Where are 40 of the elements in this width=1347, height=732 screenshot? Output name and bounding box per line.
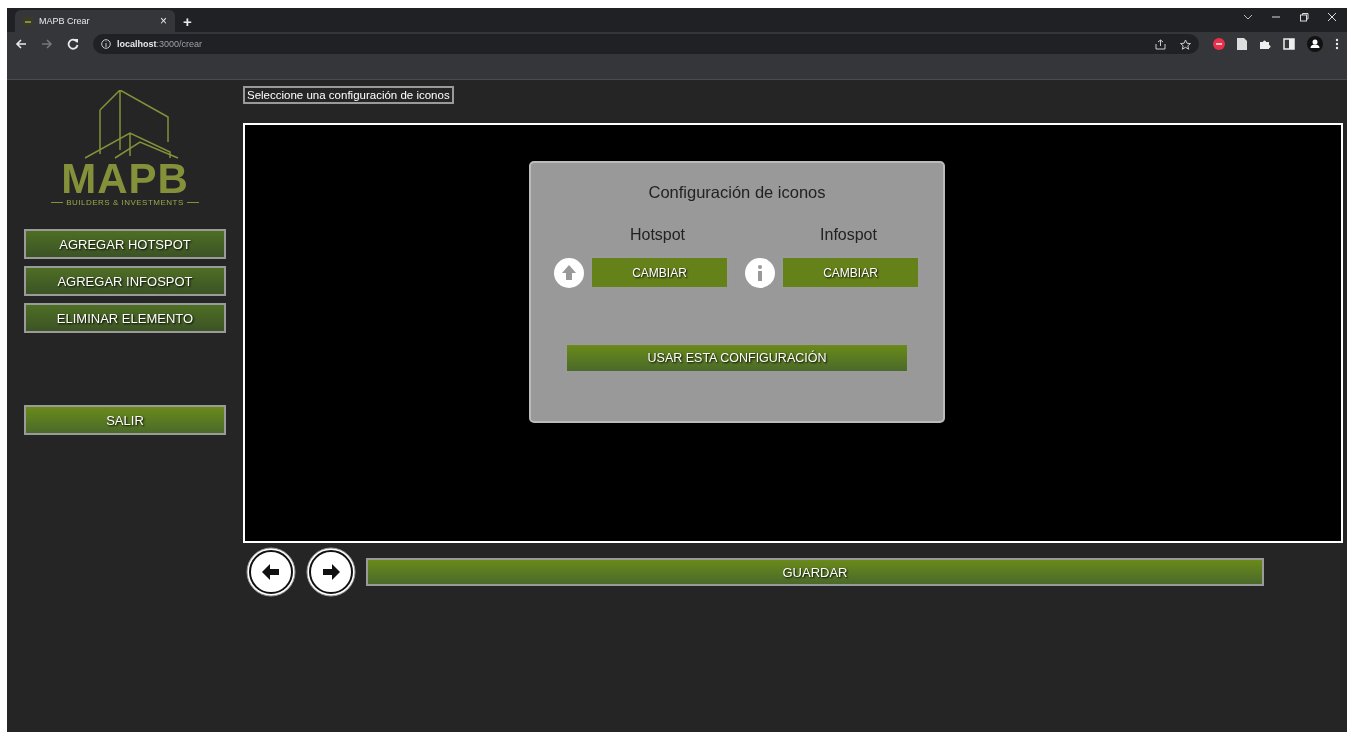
favicon-icon <box>23 16 33 26</box>
sidebar-button[interactable]: ELIMINAR ELEMENTO <box>24 303 226 333</box>
share-icon[interactable] <box>1155 38 1166 50</box>
close-tab-button[interactable]: × <box>160 14 167 28</box>
puzzle-icon[interactable] <box>1259 38 1271 50</box>
option-label: Hotspot <box>629 226 686 244</box>
change-button[interactable]: CAMBIAR <box>781 256 920 289</box>
arrow-up-icon <box>554 257 584 288</box>
sidebar-button[interactable]: AGREGAR HOTSPOT <box>24 229 226 259</box>
sidebar-button[interactable]: SALIR <box>24 405 226 435</box>
sidebar-button[interactable]: AGREGAR INFOSPOT <box>24 266 226 296</box>
new-tab-button[interactable]: + <box>183 13 192 30</box>
instruction-label: Seleccione una configuración de iconos <box>243 86 454 104</box>
logo-tagline: BUILDERS & INVESTMENTS <box>66 198 184 207</box>
chevron-down-icon[interactable] <box>1243 12 1253 22</box>
save-button[interactable]: GUARDAR <box>366 558 1264 586</box>
use-config-button[interactable]: USAR ESTA CONFIGURACIÓN <box>565 343 909 373</box>
star-icon[interactable] <box>1180 38 1191 50</box>
forward-icon[interactable] <box>41 38 53 50</box>
close-icon[interactable] <box>1327 12 1337 22</box>
info-icon <box>101 39 111 49</box>
change-button[interactable]: CAMBIAR <box>590 256 729 289</box>
dialog-title: Configuración de iconos <box>648 183 826 202</box>
address-bar[interactable]: localhost:3000/crear <box>93 34 1199 54</box>
side-panel-icon[interactable] <box>1283 38 1295 50</box>
info-icon <box>745 257 775 288</box>
next-button[interactable] <box>306 547 356 597</box>
menu-icon[interactable] <box>1335 38 1339 50</box>
tab-title: MAPB Crear <box>39 16 91 26</box>
document-icon[interactable] <box>1237 38 1247 50</box>
logo-name: MAPB <box>61 160 189 198</box>
adblock-icon[interactable] <box>1213 38 1225 50</box>
back-icon[interactable] <box>15 38 27 50</box>
url-text: localhost:3000/crear <box>117 39 203 49</box>
previous-button[interactable] <box>246 547 296 597</box>
profile-icon[interactable] <box>1307 36 1323 52</box>
reload-icon[interactable] <box>67 38 79 50</box>
option-label: Infospot <box>820 226 877 244</box>
browser-tab[interactable]: MAPB Crear × <box>15 10 175 32</box>
restore-icon[interactable] <box>1299 12 1309 22</box>
